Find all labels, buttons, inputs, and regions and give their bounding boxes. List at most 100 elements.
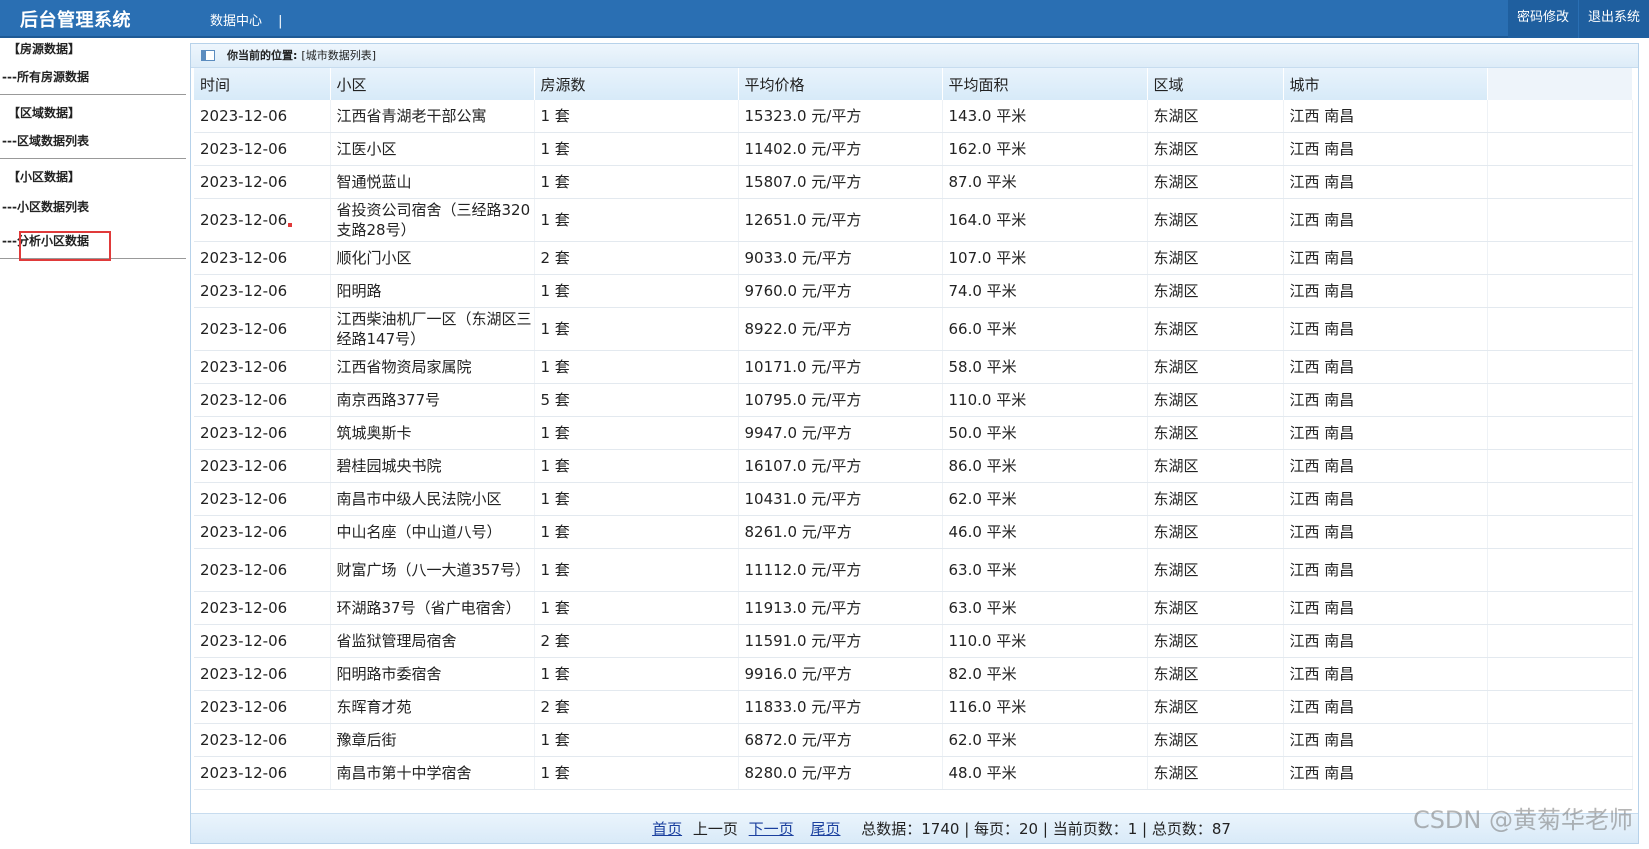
header-actions: 密码修改 退出系统	[1507, 0, 1649, 38]
table-row: 2023-12-06 南昌市第十中学宿舍 1 套 8280.0 元/平方 48.0 平米…	[194, 756, 1633, 790]
table-row: 2023-12-06 顺化门小区 2 套 9033.0 元/平方 107.0 平米 东湖区…	[194, 241, 1633, 275]
cell-avg-price: 10795.0 元/平方	[738, 383, 943, 417]
cell-listings: 1 套	[534, 100, 739, 133]
cell-listings: 1 套	[534, 756, 739, 790]
cell-avg-area: 82.0 平米	[942, 657, 1148, 691]
cell-time: 2023-12-06	[194, 274, 331, 308]
cell-city: 江西 南昌	[1283, 657, 1488, 691]
col-header-listings: 房源数	[534, 68, 739, 100]
cell-district: 东湖区	[1147, 591, 1284, 625]
pager-first[interactable]: 首页	[652, 820, 682, 838]
nav-data-center[interactable]: 数据中心	[210, 14, 262, 29]
cell-listings: 1 套	[534, 416, 739, 450]
pager-summary: 总数据：1740 | 每页：20 | 当前页数：1 | 总页数：87	[861, 820, 1231, 838]
cell-city: 江西 南昌	[1283, 165, 1488, 199]
cell-avg-area: 143.0 平米	[942, 100, 1148, 133]
cell-time: 2023-12-06	[194, 383, 331, 417]
cell-avg-area: 50.0 平米	[942, 416, 1148, 450]
cell-empty	[1487, 241, 1633, 275]
cell-time: 2023-12-06	[194, 548, 331, 592]
cell-time: 2023-12-06	[194, 449, 331, 483]
change-password-button[interactable]: 密码修改	[1507, 0, 1578, 38]
cell-listings: 1 套	[534, 165, 739, 199]
cell-listings: 2 套	[534, 690, 739, 724]
breadcrumb-value: [城市数据列表]	[301, 49, 376, 62]
sidebar-group-district: 【区域数据】	[8, 106, 81, 120]
cell-time: 2023-12-06	[194, 100, 331, 133]
table-row: 2023-12-06 中山名座（中山道八号） 1 套 8261.0 元/平方 46.0 …	[194, 515, 1633, 549]
cell-empty	[1487, 482, 1633, 516]
breadcrumb: 你当前的位置: [城市数据列表]	[191, 44, 1638, 68]
table-header-row: 时间 小区 房源数 平均价格 平均面积 区域 城市	[194, 68, 1633, 100]
cell-avg-price: 8280.0 元/平方	[738, 756, 943, 790]
cell-city: 江西 南昌	[1283, 241, 1488, 275]
cell-city: 江西 南昌	[1283, 100, 1488, 133]
cell-listings: 1 套	[534, 198, 739, 242]
sidebar-item-district-list[interactable]: ---区域数据列表	[0, 124, 186, 158]
cell-empty	[1487, 515, 1633, 549]
cell-listings: 2 套	[534, 624, 739, 658]
col-header-empty	[1487, 68, 1633, 100]
cell-time: 2023-12-06	[194, 307, 331, 351]
cell-district: 东湖区	[1147, 132, 1284, 166]
cell-district: 东湖区	[1147, 274, 1284, 308]
sidebar-item-community-analysis[interactable]: ---分析小区数据	[0, 224, 186, 258]
cell-city: 江西 南昌	[1283, 198, 1488, 242]
cell-time: 2023-12-06	[194, 591, 331, 625]
cell-avg-area: 63.0 平米	[942, 548, 1148, 592]
cell-community: 江西省物资局家属院	[330, 350, 535, 384]
cell-community: 省投资公司宿舍（三经路320支路28号）	[330, 198, 535, 242]
cell-time: 2023-12-06	[194, 241, 331, 275]
pager-last[interactable]: 尾页	[810, 820, 840, 838]
cell-city: 江西 南昌	[1283, 383, 1488, 417]
cell-avg-area: 162.0 平米	[942, 132, 1148, 166]
cell-city: 江西 南昌	[1283, 756, 1488, 790]
logout-button[interactable]: 退出系统	[1577, 0, 1649, 38]
cell-empty	[1487, 274, 1633, 308]
cell-city: 江西 南昌	[1283, 591, 1488, 625]
cell-time: 2023-12-06	[194, 756, 331, 790]
cell-avg-area: 62.0 平米	[942, 482, 1148, 516]
pager-prev: 上一页	[692, 820, 738, 838]
cell-city: 江西 南昌	[1283, 690, 1488, 724]
table-body: 2023-12-06 江西省青湖老干部公寓 1 套 15323.0 元/平方 143.0…	[194, 100, 1633, 790]
cell-avg-area: 87.0 平米	[942, 165, 1148, 199]
cell-community: 财富广场（八一大道357号）	[330, 548, 535, 592]
table-row: 2023-12-06 智通悦蓝山 1 套 15807.0 元/平方 87.0 平米 东湖区…	[194, 165, 1633, 199]
nav-bar: 数据中心 |	[210, 10, 283, 29]
cell-avg-price: 6872.0 元/平方	[738, 723, 943, 757]
main-panel: 你当前的位置: [城市数据列表] 时间 小区 房源数 平均价格 平均面积 区域 …	[190, 43, 1639, 844]
table-row: 2023-12-06 省监狱管理局宿舍 2 套 11591.0 元/平方 110.0 平…	[194, 624, 1633, 658]
cell-time: 2023-12-06	[194, 165, 331, 199]
cell-avg-area: 164.0 平米	[942, 198, 1148, 242]
cell-time: 2023-12-06	[194, 132, 331, 166]
sidebar-item-community-list[interactable]: ---小区数据列表	[0, 190, 186, 224]
cell-community: 阳明路	[330, 274, 535, 308]
cell-avg-area: 58.0 平米	[942, 350, 1148, 384]
cell-listings: 1 套	[534, 591, 739, 625]
cell-avg-price: 9760.0 元/平方	[738, 274, 943, 308]
col-header-avg-price: 平均价格	[738, 68, 943, 100]
cell-empty	[1487, 307, 1633, 351]
cell-time: 2023-12-06	[194, 515, 331, 549]
sidebar: 【房源数据】 ---所有房源数据 【区域数据】 ---区域数据列表 【小区数据】…	[0, 38, 186, 849]
cell-district: 东湖区	[1147, 165, 1284, 199]
table-row: 2023-12-06 财富广场（八一大道357号） 1 套 11112.0 元/平方 6…	[194, 548, 1633, 592]
sidebar-item-all-housing[interactable]: ---所有房源数据	[0, 60, 186, 94]
pager-next[interactable]: 下一页	[749, 820, 794, 838]
cell-district: 东湖区	[1147, 241, 1284, 275]
cell-district: 东湖区	[1147, 690, 1284, 724]
cell-community: 东晖育才苑	[330, 690, 535, 724]
cell-empty	[1487, 132, 1633, 166]
cell-listings: 1 套	[534, 723, 739, 757]
cell-listings: 1 套	[534, 307, 739, 351]
cell-district: 东湖区	[1147, 198, 1284, 242]
cell-empty	[1487, 198, 1633, 242]
col-header-district: 区域	[1147, 68, 1284, 100]
cell-community: 筑城奥斯卡	[330, 416, 535, 450]
nav-separator: |	[278, 14, 283, 29]
cell-empty	[1487, 165, 1633, 199]
cell-community: 豫章后街	[330, 723, 535, 757]
cell-community: 环湖路37号（省广电宿舍）	[330, 591, 535, 625]
cell-empty	[1487, 350, 1633, 384]
